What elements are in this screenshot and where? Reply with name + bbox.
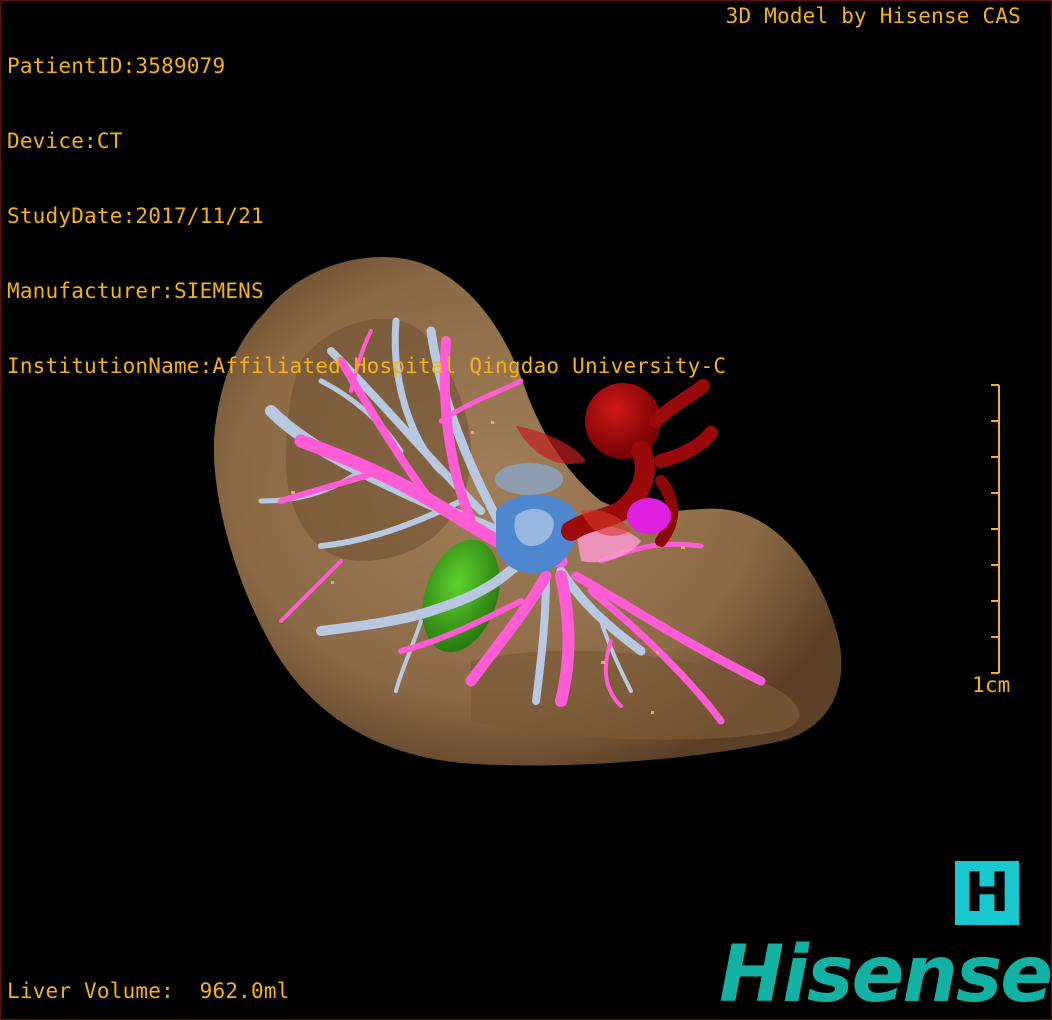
dicom-info-block: PatientID:3589079 Device:CT StudyDate:20…	[7, 4, 726, 429]
scale-bar	[991, 384, 1000, 674]
hisense-logo: Hisense	[719, 930, 1052, 1020]
device-text: Device:CT	[7, 129, 123, 153]
scale-label: 1cm	[972, 673, 1011, 697]
study-date-text: StudyDate:2017/11/21	[7, 204, 264, 228]
badge-letter: H	[964, 861, 1010, 924]
portal-confluence	[495, 463, 563, 495]
patient-id-text: PatientID:3589079	[7, 54, 226, 78]
model-credit-text: 3D Model by Hisense CAS	[725, 4, 1021, 28]
3d-viewer-viewport[interactable]: PatientID:3589079 Device:CT StudyDate:20…	[0, 0, 1052, 1020]
liver-volume-text: Liver Volume: 962.0ml	[7, 979, 290, 1003]
manufacturer-text: Manufacturer:SIEMENS	[7, 279, 264, 303]
hisense-badge-icon: H	[955, 861, 1019, 925]
institution-text: InstitutionName:Affiliated Hospital Qing…	[7, 354, 727, 378]
stomach-segment	[627, 498, 671, 534]
